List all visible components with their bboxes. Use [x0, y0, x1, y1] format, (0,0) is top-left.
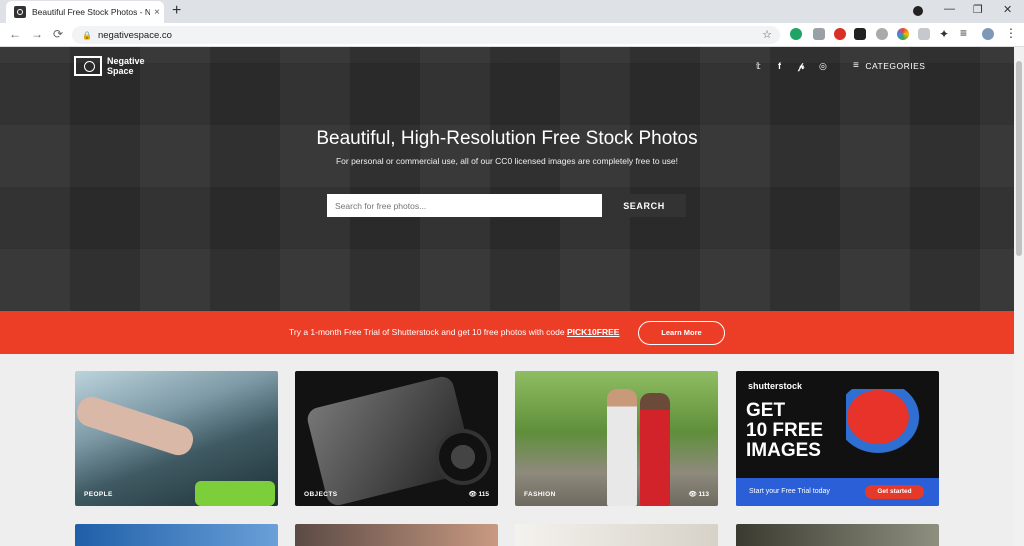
- categories-label: CATEGORIES: [865, 60, 926, 71]
- get-started-button[interactable]: Get started: [865, 485, 924, 499]
- photo-card-objects[interactable]: OBJECTS 👁 115: [295, 371, 498, 506]
- promo-text: Try a 1-month Free Trial of Shutterstock…: [289, 327, 565, 337]
- new-tab-icon[interactable]: +: [172, 2, 181, 20]
- photo-card[interactable]: [736, 524, 939, 546]
- extension-icon[interactable]: [918, 28, 930, 40]
- hamburger-icon: ≡: [853, 60, 860, 71]
- forward-icon[interactable]: →: [31, 27, 43, 41]
- adblock-extension-icon[interactable]: [834, 28, 846, 40]
- instagram-icon[interactable]: ◎: [819, 61, 827, 72]
- avatar[interactable]: [982, 28, 994, 40]
- photo-card[interactable]: [295, 524, 498, 546]
- photo-card-people[interactable]: PEOPLE: [75, 371, 278, 506]
- extension-icon[interactable]: [876, 28, 888, 40]
- card-category-label: FASHION: [524, 491, 556, 498]
- tab-title: Beautiful Free Stock Photos - Ne: [32, 7, 150, 17]
- hero-section: Negative Space 𝕥 f 𝓅 ◎ ≡ CATEGORIES Beau…: [0, 47, 1014, 311]
- extension-icon[interactable]: [813, 28, 825, 40]
- person-shape: [607, 389, 637, 506]
- menu-dots-icon[interactable]: ⋮: [1005, 26, 1017, 40]
- puzzle-icon[interactable]: ✦: [939, 27, 951, 41]
- ad-headline: GET 10 FREE IMAGES: [746, 401, 823, 461]
- photo-legs-shape: [75, 393, 197, 459]
- promo-text-block: Try a 1-month Free Trial of Shutterstock…: [289, 327, 619, 337]
- url-text: negativespace.co: [97, 29, 172, 41]
- twitter-icon[interactable]: 𝕥: [756, 61, 761, 72]
- search-input[interactable]: [327, 194, 602, 217]
- ad-bar-text: Start your Free Trial today: [749, 488, 830, 495]
- parrot-image-icon: [846, 389, 926, 459]
- address-bar[interactable]: 🔒 negativespace.co ☆: [72, 26, 780, 44]
- search-form: SEARCH: [327, 194, 686, 217]
- close-window-icon[interactable]: ✕: [1003, 3, 1012, 16]
- shutterstock-ad[interactable]: shutterstock GET 10 FREE IMAGES Start yo…: [736, 371, 939, 506]
- ad-brand: shutterstock: [748, 381, 803, 391]
- maximize-icon[interactable]: ❐: [973, 3, 983, 16]
- categories-menu[interactable]: ≡ CATEGORIES: [853, 60, 925, 71]
- hero-title: Beautiful, High-Resolution Free Stock Ph…: [316, 128, 698, 149]
- minimize-icon[interactable]: —: [944, 3, 955, 15]
- facebook-icon[interactable]: f: [778, 61, 781, 71]
- bookmark-star-icon[interactable]: ☆: [762, 28, 772, 41]
- ad-headline-line: IMAGES: [746, 440, 821, 461]
- ad-headline-line: GET: [746, 400, 786, 421]
- extension-icon[interactable]: [854, 28, 866, 40]
- card-category-label: PEOPLE: [84, 491, 113, 498]
- photo-card[interactable]: [515, 524, 718, 546]
- tab-close-icon[interactable]: ×: [154, 7, 160, 18]
- site-favicon-icon: [14, 6, 26, 18]
- card-views: 👁 113: [688, 491, 709, 498]
- reload-icon[interactable]: ⟳: [53, 27, 63, 41]
- photo-card-fashion[interactable]: FASHION 👁 113: [515, 371, 718, 506]
- logo-text: Negative Space: [107, 56, 145, 76]
- site-logo[interactable]: Negative Space: [74, 56, 157, 76]
- hero-subtitle: For personal or commercial use, all of o…: [335, 156, 679, 166]
- pinterest-icon[interactable]: 𝓅: [798, 61, 804, 72]
- card-views: 👁 115: [468, 491, 489, 498]
- camera-lens-shape: [435, 429, 491, 485]
- scrollbar-thumb[interactable]: [1016, 61, 1022, 256]
- tab-search-icon[interactable]: [913, 6, 923, 16]
- grammarly-extension-icon[interactable]: [790, 28, 802, 40]
- browser-tab[interactable]: Beautiful Free Stock Photos - Ne ×: [6, 1, 164, 23]
- lock-icon: 🔒: [82, 30, 92, 40]
- search-button[interactable]: SEARCH: [602, 194, 686, 217]
- photo-green-object: [195, 481, 275, 506]
- card-category-label: OBJECTS: [304, 491, 338, 498]
- back-icon[interactable]: ←: [9, 27, 21, 41]
- promo-code-link[interactable]: PICK10FREE: [567, 327, 619, 337]
- person-shape: [640, 393, 670, 506]
- reading-list-icon[interactable]: ≡: [960, 26, 972, 40]
- hero-background-mosaic: [0, 47, 1014, 311]
- browser-toolbar: ← → ⟳ 🔒 negativespace.co ☆ ✦ ≡ ⋮: [0, 23, 1024, 47]
- photo-card[interactable]: [75, 524, 278, 546]
- ad-cta-bar: Start your Free Trial today Get started: [736, 478, 939, 506]
- page-scrollbar[interactable]: [1014, 47, 1024, 546]
- learn-more-button[interactable]: Learn More: [638, 321, 725, 345]
- camera-logo-icon: [74, 56, 102, 76]
- ad-headline-line: 10 FREE: [746, 420, 824, 441]
- promo-banner: Try a 1-month Free Trial of Shutterstock…: [0, 311, 1014, 354]
- browser-tabbar: Beautiful Free Stock Photos - Ne × + — ❐…: [0, 0, 1024, 23]
- color-picker-extension-icon[interactable]: [897, 28, 909, 40]
